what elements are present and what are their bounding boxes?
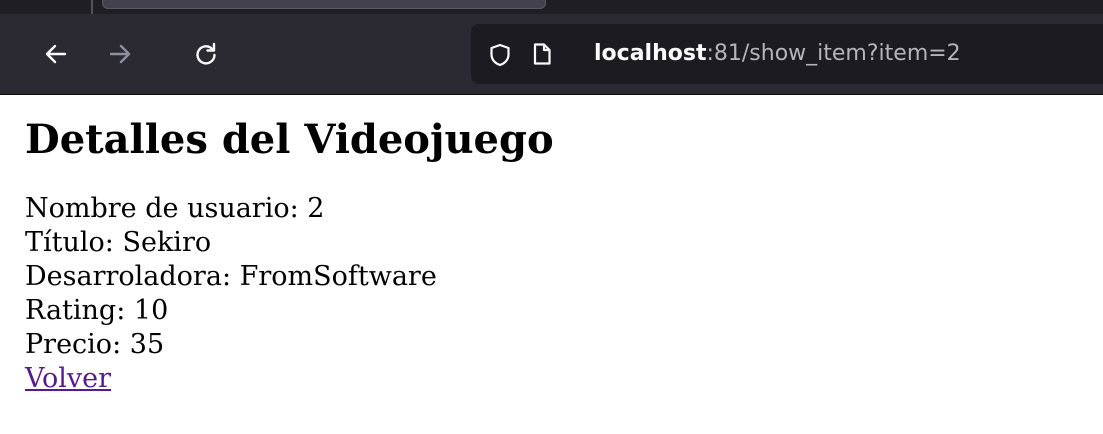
detail-value: 2 [307, 193, 325, 224]
detail-value: 35 [129, 329, 165, 360]
detail-developer: Desarroladora: FromSoftware [25, 261, 437, 292]
detail-label: Precio [25, 329, 113, 360]
back-link[interactable]: Volver [25, 362, 1085, 396]
url-bar[interactable]: localhost:81/show_item?item=2 [471, 24, 1103, 84]
url-text[interactable]: localhost:81/show_item?item=2 [594, 39, 961, 69]
shield-icon[interactable] [489, 43, 511, 67]
reload-button[interactable] [188, 36, 224, 72]
page-title: Detalles del Videojuego [25, 116, 554, 163]
tab-divider [91, 0, 93, 14]
detail-label: Rating [25, 295, 117, 326]
detail-value: Sekiro [122, 227, 212, 258]
game-details: Nombre de usuario: 2 Título: Sekiro Desa… [25, 192, 1085, 396]
detail-value: FromSoftware [239, 261, 437, 292]
url-path: :81/show_item?item=2 [706, 41, 961, 66]
detail-label: Título [25, 227, 105, 258]
detail-rating: Rating: 10 [25, 295, 169, 326]
browser-toolbar: localhost:81/show_item?item=2 [0, 14, 1103, 95]
detail-username: Nombre de usuario: 2 [25, 193, 325, 224]
arrow-left-icon [45, 44, 67, 64]
detail-value: 10 [133, 295, 169, 326]
reload-icon [196, 42, 216, 65]
active-tab[interactable] [102, 0, 546, 9]
page-content: Detalles del Videojuego Nombre de usuari… [25, 110, 1085, 396]
detail-title: Título: Sekiro [25, 227, 212, 258]
page-icon[interactable] [531, 42, 553, 66]
url-host: localhost [594, 41, 707, 66]
tab-strip [0, 0, 1103, 14]
back-button[interactable] [38, 36, 74, 72]
forward-button[interactable] [102, 36, 138, 72]
arrow-right-icon [109, 44, 131, 64]
detail-price: Precio: 35 [25, 329, 165, 360]
detail-label: Desarroladora [25, 261, 222, 292]
detail-label: Nombre de usuario [25, 193, 290, 224]
